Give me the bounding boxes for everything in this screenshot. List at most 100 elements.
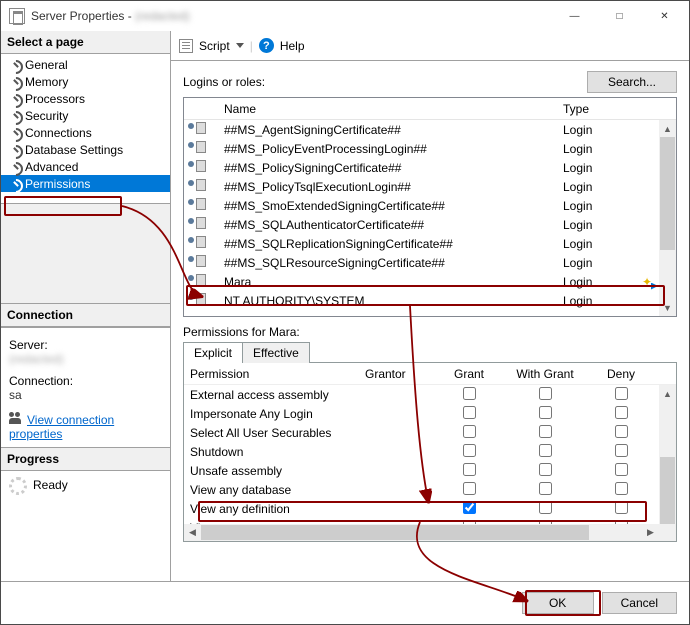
permissions-grid[interactable]: Permission Grantor Grant With Grant Deny…: [183, 362, 677, 542]
login-type: Login: [559, 142, 659, 156]
login-icon: [188, 140, 206, 154]
permission-name: Impersonate Any Login: [184, 407, 361, 421]
window-title: Server Properties - (redacted): [31, 9, 552, 23]
page-item-label: Processors: [25, 92, 85, 106]
connection-label: Connection:: [9, 374, 162, 388]
col-header-withgrant[interactable]: With Grant: [507, 367, 583, 381]
permission-row[interactable]: Select All User Securables: [184, 423, 676, 442]
page-item-label: Advanced: [25, 160, 78, 174]
grant-checkbox[interactable]: [463, 425, 476, 438]
login-row[interactable]: ##MS_PolicySigningCertificate##Login: [184, 158, 676, 177]
view-connection-properties-link[interactable]: View connection properties: [9, 413, 114, 441]
login-row[interactable]: ##MS_PolicyTsqlExecutionLogin##Login: [184, 177, 676, 196]
deny-checkbox[interactable]: [615, 501, 628, 514]
logins-label: Logins or roles:: [183, 75, 587, 89]
page-item-label: Security: [25, 109, 68, 123]
deny-checkbox[interactable]: [615, 387, 628, 400]
login-row[interactable]: NT AUTHORITY\SYSTEMLogin: [184, 291, 676, 310]
minimize-button[interactable]: —: [552, 2, 597, 30]
scroll-up-icon[interactable]: ▲: [659, 120, 676, 137]
grant-checkbox[interactable]: [463, 387, 476, 400]
page-item-advanced[interactable]: Advanced: [1, 158, 170, 175]
deny-checkbox[interactable]: [615, 444, 628, 457]
permission-name: Select All User Securables: [184, 426, 361, 440]
deny-checkbox[interactable]: [615, 482, 628, 495]
permission-name: View any definition: [184, 502, 361, 516]
grant-checkbox[interactable]: [463, 463, 476, 476]
script-button[interactable]: Script: [199, 39, 230, 53]
grant-checkbox[interactable]: [463, 482, 476, 495]
page-list: General Memory Processors SecurityConnectio…: [1, 54, 170, 204]
cancel-button[interactable]: Cancel: [602, 592, 677, 614]
perm-scroll-up-icon[interactable]: ▲: [659, 385, 676, 402]
login-row[interactable]: MaraLogin: [184, 272, 676, 291]
horizontal-scrollbar[interactable]: ◀ ▶: [184, 524, 659, 541]
script-icon: [179, 39, 193, 53]
col-header-grantor[interactable]: Grantor: [361, 367, 431, 381]
deny-checkbox[interactable]: [615, 463, 628, 476]
help-button[interactable]: Help: [280, 39, 305, 53]
withgrant-checkbox[interactable]: [539, 482, 552, 495]
col-header-deny[interactable]: Deny: [583, 367, 659, 381]
grant-checkbox[interactable]: [463, 406, 476, 419]
progress-status: Ready: [33, 478, 68, 492]
grant-checkbox[interactable]: [463, 501, 476, 514]
permission-row[interactable]: View any database: [184, 480, 676, 499]
ok-button[interactable]: OK: [522, 592, 594, 614]
login-row[interactable]: ##MS_AgentSigningCertificate##Login: [184, 120, 676, 139]
login-icon: [188, 178, 206, 192]
permission-row[interactable]: External access assembly: [184, 385, 676, 404]
page-item-processors[interactable]: Processors: [1, 90, 170, 107]
page-item-label: Memory: [25, 75, 68, 89]
page-item-general[interactable]: General: [1, 56, 170, 73]
page-item-connections[interactable]: Connections: [1, 124, 170, 141]
col-header-grant[interactable]: Grant: [431, 367, 507, 381]
search-button[interactable]: Search...: [587, 71, 677, 93]
scroll-down-icon[interactable]: ▼: [659, 299, 676, 316]
col-header-name[interactable]: Name: [220, 102, 559, 116]
close-button[interactable]: ✕: [642, 2, 687, 30]
tab-explicit[interactable]: Explicit: [183, 342, 243, 363]
script-dropdown-arrow-icon[interactable]: [236, 43, 244, 48]
progress-spinner-icon: [9, 477, 27, 495]
page-item-security[interactable]: Security: [1, 107, 170, 124]
login-name: Mara: [220, 275, 559, 289]
withgrant-checkbox[interactable]: [539, 444, 552, 457]
people-icon: [9, 412, 23, 424]
login-row[interactable]: ##MS_SQLResourceSigningCertificate##Logi…: [184, 253, 676, 272]
login-icon: [188, 292, 206, 306]
permission-row[interactable]: View any definition: [184, 499, 676, 518]
connection-value: sa: [9, 388, 162, 402]
page-item-memory[interactable]: Memory: [1, 73, 170, 90]
permission-row[interactable]: Impersonate Any Login: [184, 404, 676, 423]
login-row[interactable]: ##MS_SmoExtendedSigningCertificate##Logi…: [184, 196, 676, 215]
withgrant-checkbox[interactable]: [539, 501, 552, 514]
main-toolbar: Script | ? Help: [171, 31, 689, 61]
withgrant-checkbox[interactable]: [539, 425, 552, 438]
deny-checkbox[interactable]: [615, 425, 628, 438]
permission-name: External access assembly: [184, 388, 361, 402]
col-header-permission[interactable]: Permission: [184, 367, 361, 381]
login-row[interactable]: ##MS_PolicyEventProcessingLogin##Login: [184, 139, 676, 158]
maximize-button[interactable]: □: [597, 2, 642, 30]
login-row[interactable]: ##MS_SQLAuthenticatorCertificate##Login: [184, 215, 676, 234]
deny-checkbox[interactable]: [615, 406, 628, 419]
login-icon: [188, 235, 206, 249]
login-icon: [188, 121, 206, 135]
logins-grid[interactable]: Name Type ##MS_AgentSigningCertificate##…: [183, 97, 677, 317]
wrench-icon: [7, 160, 21, 174]
col-header-type[interactable]: Type: [559, 102, 659, 116]
permission-row[interactable]: Shutdown: [184, 442, 676, 461]
login-row[interactable]: ##MS_SQLReplicationSigningCertificate##L…: [184, 234, 676, 253]
page-item-database-settings[interactable]: Database Settings: [1, 141, 170, 158]
tab-effective[interactable]: Effective: [242, 342, 310, 363]
login-type: Login: [559, 256, 659, 270]
grant-checkbox[interactable]: [463, 444, 476, 457]
titlebar[interactable]: Server Properties - (redacted) — □ ✕: [1, 1, 689, 31]
withgrant-checkbox[interactable]: [539, 463, 552, 476]
page-item-permissions[interactable]: Permissions: [1, 175, 170, 192]
withgrant-checkbox[interactable]: [539, 406, 552, 419]
withgrant-checkbox[interactable]: [539, 387, 552, 400]
wrench-icon: [7, 143, 21, 157]
permission-row[interactable]: Unsafe assembly: [184, 461, 676, 480]
